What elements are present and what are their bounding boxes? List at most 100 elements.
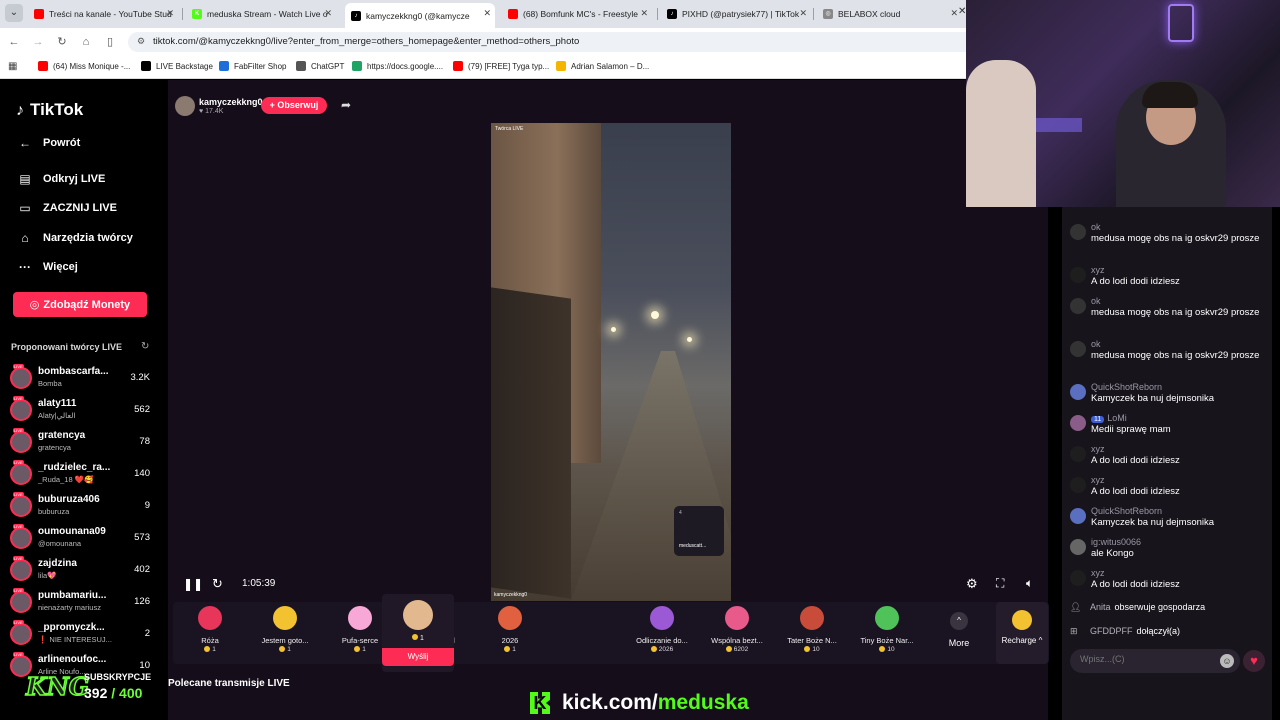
- bookmark-item[interactable]: LIVE Backstage: [141, 61, 213, 71]
- guest-mini-card[interactable]: 4 meduscatt...: [674, 506, 724, 556]
- settings-gear-icon[interactable]: ⚙: [966, 576, 978, 592]
- pause-icon[interactable]: ❚❚: [183, 577, 203, 591]
- site-info-icon[interactable]: ⚙: [137, 36, 145, 47]
- fullscreen-icon[interactable]: ⛶: [996, 576, 1004, 591]
- gift-item[interactable]: Jestem goto... 1: [248, 606, 322, 662]
- url-box[interactable]: ⚙ tiktok.com/@kamyczekkng0/live?enter_fr…: [128, 32, 966, 52]
- host-avatar[interactable]: [175, 96, 195, 116]
- camera-icon: ▭: [19, 201, 31, 215]
- recharge-button[interactable]: Recharge ^: [996, 602, 1048, 664]
- back-icon[interactable]: ←: [6, 34, 22, 50]
- tab-close-icon[interactable]: ✕: [166, 8, 174, 19]
- bookmark-item[interactable]: Adrian Salamon – D...: [556, 61, 649, 71]
- browser-tab[interactable]: ♪ kamyczekkng0 (@kamycze ✕: [345, 3, 495, 28]
- suggested-creator[interactable]: LIVE pumbamariu... nienażarty mariusz 126: [10, 588, 152, 618]
- tab-search-icon[interactable]: ⌄: [5, 4, 23, 22]
- back-link[interactable]: ← Powrót: [16, 136, 80, 150]
- chat-username[interactable]: GFDDPFF: [1090, 626, 1133, 636]
- tab-close-icon[interactable]: ✕: [483, 8, 491, 19]
- suggested-creator[interactable]: LIVE gratencya gratencya 78: [10, 428, 152, 458]
- chat-input[interactable]: [1080, 654, 1210, 664]
- browser-tab[interactable]: ♪ PIXHD (@patrysiek77) | TikTok ✕: [661, 3, 811, 25]
- url-text[interactable]: tiktok.com/@kamyczekkng0/live?enter_from…: [153, 36, 579, 47]
- bookmark-label: https://docs.google....: [367, 61, 444, 71]
- gift-item[interactable]: Tiny Boże Nar... 10: [850, 606, 924, 662]
- emoji-icon[interactable]: ☺: [1220, 654, 1234, 668]
- get-coins-button[interactable]: ◎ Zdobądź Monety: [13, 292, 147, 317]
- chat-avatar[interactable]: [1070, 570, 1086, 586]
- chat-username[interactable]: 11 LoMi: [1091, 413, 1127, 423]
- tab-close-icon[interactable]: ✕: [950, 8, 958, 19]
- nav-creator-tools[interactable]: ⌂ Narzędzia twórcy: [16, 231, 133, 245]
- gift-item[interactable]: Wspólna bezt... 6202: [700, 606, 774, 662]
- more-gifts-button[interactable]: ^ More: [941, 612, 977, 660]
- chat-system-message: 👤︎ Anita obserwuje gospodarza: [1070, 602, 1270, 613]
- gift-item[interactable]: Tater Boże N... 10: [775, 606, 849, 662]
- chat-avatar[interactable]: [1070, 415, 1086, 431]
- suggested-creator[interactable]: LIVE zajdzina lila💖 402: [10, 556, 152, 586]
- split-view-icon[interactable]: ▯: [102, 34, 118, 50]
- chat-username[interactable]: xyz: [1091, 265, 1105, 275]
- reload-icon[interactable]: ↻: [54, 34, 70, 50]
- tab-close-icon[interactable]: ✕: [640, 8, 648, 19]
- chat-avatar[interactable]: [1070, 224, 1086, 240]
- bookmark-item[interactable]: FabFilter Shop: [219, 61, 286, 71]
- chat-avatar[interactable]: [1070, 539, 1086, 555]
- heart-icon[interactable]: ♥: [1243, 650, 1265, 672]
- apps-icon[interactable]: ▦: [8, 61, 17, 72]
- nav-more[interactable]: ··· Więcej: [16, 260, 78, 274]
- send-gift-button[interactable]: Wyślij: [382, 648, 454, 666]
- suggested-creator[interactable]: LIVE alaty111 Alaty|العالي 562: [10, 396, 152, 426]
- bookmark-item[interactable]: ChatGPT: [296, 61, 344, 71]
- chat-username[interactable]: ok: [1091, 339, 1101, 349]
- chat-avatar[interactable]: [1070, 508, 1086, 524]
- nav-discover-live[interactable]: ▤ Odkryj LIVE: [16, 172, 105, 186]
- chat-username[interactable]: QuickShotReborn: [1091, 506, 1162, 516]
- gift-item[interactable]: 2026 1: [473, 606, 547, 662]
- suggested-creator[interactable]: LIVE bombascarfa... Bomba 3.2K: [10, 364, 152, 394]
- nav-start-live[interactable]: ▭ ZACZNIJ LIVE: [16, 201, 117, 215]
- bookmark-item[interactable]: https://docs.google....: [352, 61, 443, 71]
- share-icon[interactable]: ➦: [341, 98, 351, 112]
- suggested-creator[interactable]: LIVE _rudzielec_ra... _Ruda_18 ❤️🥰 140: [10, 460, 152, 490]
- chat-username-text: LoMi: [1107, 413, 1127, 423]
- chat-username[interactable]: xyz: [1091, 444, 1105, 454]
- chat-avatar[interactable]: [1070, 446, 1086, 462]
- tiktok-logo[interactable]: ♪ TikTok: [16, 100, 83, 120]
- gift-item[interactable]: Róża 1: [173, 606, 247, 662]
- chat-username[interactable]: ig:witus0066: [1091, 537, 1141, 547]
- chat-avatar[interactable]: [1070, 298, 1086, 314]
- chat-avatar[interactable]: [1070, 384, 1086, 400]
- suggested-creator[interactable]: LIVE buburuza406 buburuza 9: [10, 492, 152, 522]
- suggested-creator[interactable]: LIVE oumounana09 @omounana 573: [10, 524, 152, 554]
- refresh-icon[interactable]: ↻: [141, 341, 149, 352]
- forward-icon[interactable]: →: [30, 34, 46, 50]
- follow-button[interactable]: + Obserwuj: [261, 97, 327, 114]
- chat-avatar[interactable]: [1070, 477, 1086, 493]
- chat-username[interactable]: xyz: [1091, 568, 1105, 578]
- bookmark-item[interactable]: (79) [FREE] Tyga typ...: [453, 61, 549, 71]
- suggested-creator[interactable]: LIVE _ppromyczk... ❗ NIE INTERESUJ... 2: [10, 620, 152, 650]
- chat-username[interactable]: ok: [1091, 222, 1101, 232]
- tab-close-icon[interactable]: ✕: [324, 8, 332, 19]
- chat-avatar[interactable]: [1070, 341, 1086, 357]
- volume-icon[interactable]: 🔈︎: [1026, 576, 1033, 591]
- chat-input-box[interactable]: ☺: [1070, 649, 1240, 673]
- chat-username[interactable]: Anita: [1090, 602, 1111, 612]
- viewer-count: 126: [134, 596, 150, 607]
- browser-tab[interactable]: ◎ BELABOX cloud ✕: [817, 3, 962, 25]
- browser-tab[interactable]: Treści na kanale - YouTube Stud ✕: [28, 3, 178, 25]
- host-name[interactable]: kamyczekkng0: [199, 97, 263, 107]
- home-icon[interactable]: ⌂: [78, 34, 94, 50]
- chat-avatar[interactable]: [1070, 267, 1086, 283]
- browser-tab[interactable]: (68) Bomfunk MC's - Freestyle ✕: [502, 3, 652, 25]
- tab-close-icon[interactable]: ✕: [799, 8, 807, 19]
- gift-item[interactable]: Odliczanie do... 2026: [625, 606, 699, 662]
- chat-username[interactable]: ok: [1091, 296, 1101, 306]
- bookmark-item[interactable]: (64) Miss Monique -...: [38, 61, 130, 71]
- refresh-icon[interactable]: ↻: [212, 576, 223, 592]
- browser-tab[interactable]: Kmeduska Stream - Watch Live o ✕: [186, 3, 336, 25]
- chat-username[interactable]: xyz: [1091, 475, 1105, 485]
- chat-username[interactable]: QuickShotReborn: [1091, 382, 1162, 392]
- avatar: LIVE: [10, 588, 32, 613]
